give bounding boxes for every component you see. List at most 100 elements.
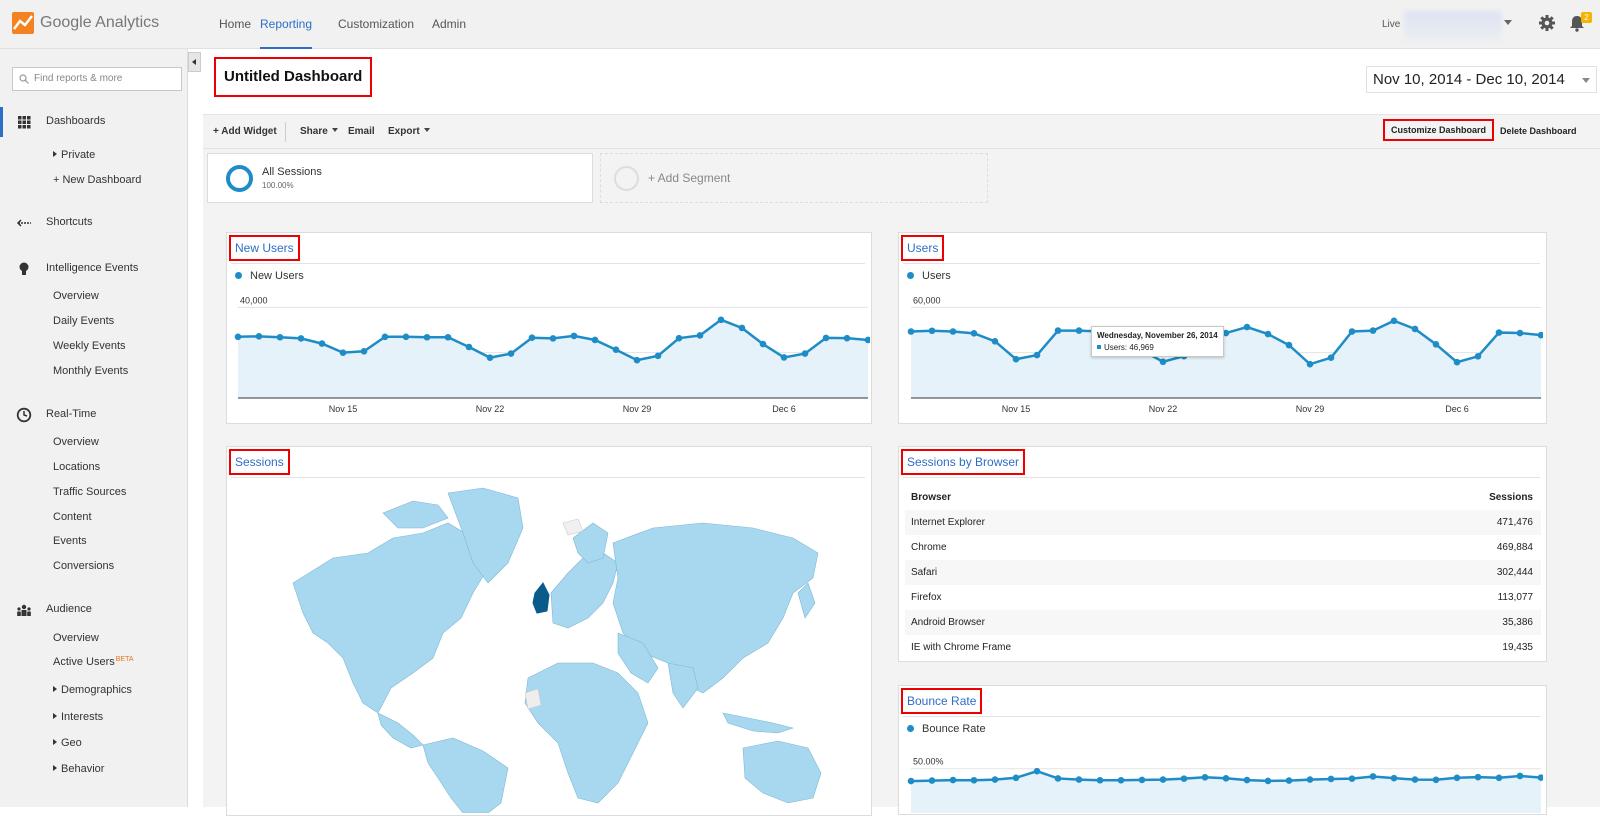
sidebar-item-content[interactable]: Content [53,511,92,523]
data-point [1474,773,1482,781]
data-point [633,356,641,364]
data-point [1075,776,1083,783]
share-button[interactable]: Share [300,126,338,137]
widget-title-bounce-rate[interactable]: Bounce Rate [901,688,983,714]
legend-dot [907,272,914,279]
empty-ring-icon [614,166,639,191]
map-south-america [422,737,509,813]
tab-admin[interactable]: Admin [432,17,466,31]
sidebar-item-interests[interactable]: Interests [53,711,103,723]
data-point [928,777,936,784]
series-swatch [1097,345,1101,349]
x-tick-label: Nov 22 [1149,404,1178,414]
sidebar-item-audience[interactable]: Audience [0,595,188,625]
widget-title-new-users[interactable]: New Users [229,235,300,261]
widget-title-users[interactable]: Users [901,235,945,261]
sidebar-item-behavior[interactable]: Behavior [53,763,104,775]
table-row[interactable]: Android Browser 35,386 [905,610,1541,635]
tab-customization[interactable]: Customization [338,17,414,31]
widget-divider [231,263,865,264]
date-range-picker[interactable]: Nov 10, 2014 - Dec 10, 2014 [1366,66,1597,93]
bounce-rate-chart[interactable]: 50.00% [907,743,1543,813]
data-point [1285,777,1293,784]
tab-home[interactable]: Home [219,17,251,31]
users-chart[interactable]: 60,00030,000Nov 15Nov 22Nov 29Dec 6 [907,290,1543,420]
data-point [1117,776,1125,784]
sidebar-item-traffic-sources[interactable]: Traffic Sources [53,486,126,498]
sidebar-item-intelligence-events[interactable]: Intelligence Events [0,254,188,284]
sidebar-item-label: Private [61,149,96,161]
email-button[interactable]: Email [348,126,375,137]
data-point [1306,360,1314,368]
data-point [1348,775,1356,782]
collapse-sidebar-button[interactable] [188,52,201,72]
sidebar-item-aud-overview[interactable]: Overview [53,632,99,644]
export-button[interactable]: Export [388,126,430,137]
sidebar-item-weekly-events[interactable]: Weekly Events [53,340,126,352]
sidebar-item-private[interactable]: Private [53,149,95,161]
lightbulb-icon [19,262,29,275]
sidebar-item-dashboards[interactable]: Dashboards [0,107,188,137]
legend-label: New Users [250,270,304,282]
notification-badge[interactable]: 2 [1581,12,1592,23]
dashboard-title[interactable]: Untitled Dashboard [214,57,373,97]
account-selector[interactable] [1404,11,1502,41]
widget-sessions-by-browser: Sessions by Browser Browser Sessions Int… [898,446,1547,662]
data-point [1264,330,1272,338]
table-row[interactable]: Firefox 113,077 [905,585,1541,610]
sidebar-item-monthly-events[interactable]: Monthly Events [53,365,128,377]
sidebar-item-intel-overview[interactable]: Overview [53,290,99,302]
tab-reporting[interactable]: Reporting [260,17,312,31]
widget-users: Users Users 60,00030,000Nov 15Nov 22Nov … [898,232,1547,424]
customize-dashboard-button[interactable]: Customize Dashboard [1383,119,1495,141]
sidebar-item-daily-events[interactable]: Daily Events [53,315,114,327]
sidebar-item-real-time[interactable]: Real-Time [0,400,188,430]
world-map[interactable] [273,483,839,813]
clock-icon [16,407,32,423]
sidebar-item-shortcuts[interactable]: Shortcuts [0,208,188,238]
table-row[interactable]: IE with Chrome Frame 19,435 [905,635,1541,660]
new-users-chart[interactable]: 40,00020,000Nov 15Nov 22Nov 29Dec 6 [234,290,870,420]
session-count: 19,435 [1502,642,1533,653]
table-row[interactable]: Safari 302,444 [905,560,1541,585]
add-widget-button[interactable]: + Add Widget [213,126,277,137]
chevron-down-icon[interactable] [1504,20,1512,25]
delete-dashboard-button[interactable]: Delete Dashboard [1500,126,1577,136]
share-label: Share [300,126,328,137]
session-count: 302,444 [1496,567,1533,578]
data-point [801,350,809,357]
y-tick-label: 60,000 [913,295,941,305]
sidebar-label-realtime: Real-Time [46,408,97,420]
segment-all-sessions[interactable]: All Sessions 100.00% [207,153,593,203]
widget-new-users: New Users New Users 40,00020,000Nov 15No… [226,232,872,424]
data-point [402,333,410,341]
data-point [949,776,957,784]
widget-sessions-map: Sessions [226,446,872,816]
data-point [970,330,978,337]
sidebar-item-new-dashboard[interactable]: + New Dashboard [53,174,141,186]
sidebar-item-label: Geo [61,737,82,749]
series-area [238,319,868,398]
browser-name: Android Browser [911,617,985,628]
legend-label: Bounce Rate [922,723,986,735]
data-point [1075,327,1083,334]
sidebar-item-conversions[interactable]: Conversions [53,560,114,572]
widget-title-sessions-by-browser[interactable]: Sessions by Browser [901,449,1026,475]
table-row[interactable]: Chrome 469,884 [905,535,1541,560]
table-row[interactable]: Internet Explorer 471,476 [905,510,1541,535]
widget-title-sessions[interactable]: Sessions [229,449,290,475]
data-point [591,336,599,344]
sidebar-item-geo[interactable]: Geo [53,737,82,749]
search-input[interactable]: Find reports & more [12,67,182,91]
map-india [667,662,699,709]
sidebar-item-rt-overview[interactable]: Overview [53,436,99,448]
sidebar-item-events[interactable]: Events [53,535,87,547]
x-tick-label: Nov 15 [1002,404,1031,414]
sidebar-item-locations[interactable]: Locations [53,461,100,473]
gear-icon[interactable] [1538,14,1556,32]
add-segment-button[interactable]: + Add Segment [600,153,988,203]
main-content: Untitled Dashboard Nov 10, 2014 - Dec 10… [203,49,1600,816]
sidebar-item-label: Behavior [61,763,105,775]
sidebar-item-active-users[interactable]: Active UsersBETA [53,656,134,668]
sidebar-item-demographics[interactable]: Demographics [53,684,132,696]
